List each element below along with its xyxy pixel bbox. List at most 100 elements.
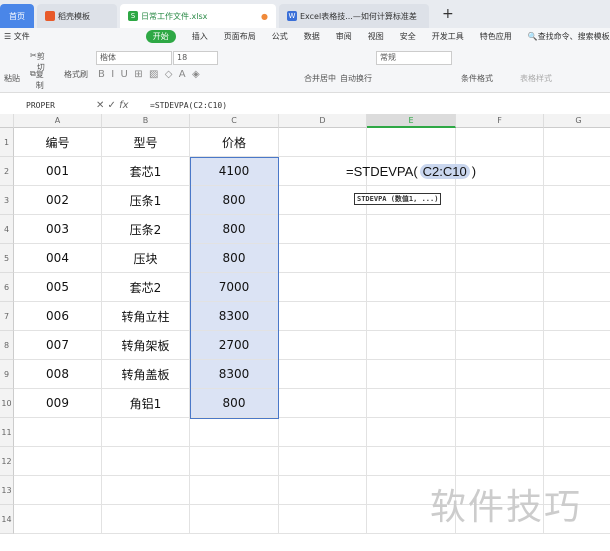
cell-C5[interactable]: 800 <box>190 244 279 273</box>
row-header-13[interactable]: 13 <box>0 476 14 505</box>
cell-E8[interactable] <box>367 331 456 360</box>
row-header-8[interactable]: 8 <box>0 331 14 360</box>
cell-C2[interactable]: 4100 <box>190 157 279 186</box>
column-header-B[interactable]: B <box>102 114 190 128</box>
cell-F12[interactable] <box>456 447 544 476</box>
cell-E9[interactable] <box>367 360 456 389</box>
cell-B11[interactable] <box>102 418 190 447</box>
name-box[interactable]: PROPER <box>0 99 90 113</box>
cell-D10[interactable] <box>279 389 367 418</box>
function-tooltip[interactable]: STDEVPA (数值1, ...) <box>354 193 442 205</box>
cell-A7[interactable]: 006 <box>14 302 102 331</box>
cell-C12[interactable] <box>190 447 279 476</box>
row-header-9[interactable]: 9 <box>0 360 14 389</box>
row-header-3[interactable]: 3 <box>0 186 14 215</box>
cell-G6[interactable] <box>544 273 610 302</box>
cell-C13[interactable] <box>190 476 279 505</box>
cell-C7[interactable]: 8300 <box>190 302 279 331</box>
cell-B9[interactable]: 转角盖板 <box>102 360 190 389</box>
cell-B3[interactable]: 压条1 <box>102 186 190 215</box>
cell-B13[interactable] <box>102 476 190 505</box>
cell-G9[interactable] <box>544 360 610 389</box>
cell-F8[interactable] <box>456 331 544 360</box>
cell-F6[interactable] <box>456 273 544 302</box>
menu-features[interactable]: 特色应用 <box>480 31 512 42</box>
column-header-A[interactable]: A <box>14 114 102 128</box>
cell-D11[interactable] <box>279 418 367 447</box>
cell-D9[interactable] <box>279 360 367 389</box>
row-header-2[interactable]: 2 <box>0 157 14 186</box>
row-header-6[interactable]: 6 <box>0 273 14 302</box>
row-header-4[interactable]: 4 <box>0 215 14 244</box>
cell-G11[interactable] <box>544 418 610 447</box>
cell-A10[interactable]: 009 <box>14 389 102 418</box>
cell-B14[interactable] <box>102 505 190 534</box>
column-header-F[interactable]: F <box>456 114 544 128</box>
cell-A3[interactable]: 002 <box>14 186 102 215</box>
cell-D8[interactable] <box>279 331 367 360</box>
cell-F3[interactable] <box>456 186 544 215</box>
column-header-E[interactable]: E <box>367 114 456 128</box>
font-select[interactable]: 楷体 <box>96 51 172 65</box>
select-all[interactable] <box>0 114 14 128</box>
row-header-5[interactable]: 5 <box>0 244 14 273</box>
cell-F5[interactable] <box>456 244 544 273</box>
row-header-12[interactable]: 12 <box>0 447 14 476</box>
cell-D7[interactable] <box>279 302 367 331</box>
cell-C3[interactable]: 800 <box>190 186 279 215</box>
formula-input[interactable]: =STDEVPA(C2:C10) <box>150 101 610 110</box>
cell-C9[interactable]: 8300 <box>190 360 279 389</box>
cell-G10[interactable] <box>544 389 610 418</box>
menu-review[interactable]: 审阅 <box>336 31 352 42</box>
row-header-11[interactable]: 11 <box>0 418 14 447</box>
row-header-7[interactable]: 7 <box>0 302 14 331</box>
font-size-select[interactable]: 18 <box>173 51 218 65</box>
cell-B5[interactable]: 压块 <box>102 244 190 273</box>
cell-B1[interactable]: 型号 <box>102 128 190 157</box>
cell-F4[interactable] <box>456 215 544 244</box>
cell-F11[interactable] <box>456 418 544 447</box>
cell-E5[interactable] <box>367 244 456 273</box>
cell-C6[interactable]: 7000 <box>190 273 279 302</box>
cell-C1[interactable]: 价格 <box>190 128 279 157</box>
merge-center-button[interactable]: 合并居中 <box>304 73 336 84</box>
cell-A8[interactable]: 007 <box>14 331 102 360</box>
cell-A2[interactable]: 001 <box>14 157 102 186</box>
tab-home[interactable]: 首页 <box>0 4 34 28</box>
menu-home[interactable]: 开始 <box>145 30 176 43</box>
formula-controls[interactable]: ✕ ✓ fx <box>90 100 150 111</box>
cell-A13[interactable] <box>14 476 102 505</box>
cell-B4[interactable]: 压条2 <box>102 215 190 244</box>
cell-F1[interactable] <box>456 128 544 157</box>
cell-B8[interactable]: 转角架板 <box>102 331 190 360</box>
conditional-format-button[interactable]: 条件格式 <box>461 73 493 84</box>
cell-D4[interactable] <box>279 215 367 244</box>
new-tab-button[interactable]: + <box>442 6 454 22</box>
menu-view[interactable]: 视图 <box>368 31 384 42</box>
cell-G3[interactable] <box>544 186 610 215</box>
tab-docer[interactable]: 稻壳模板 <box>37 4 117 28</box>
cell-E12[interactable] <box>367 447 456 476</box>
cell-E4[interactable] <box>367 215 456 244</box>
row-header-10[interactable]: 10 <box>0 389 14 418</box>
cell-G5[interactable] <box>544 244 610 273</box>
column-header-C[interactable]: C <box>190 114 279 128</box>
cell-G12[interactable] <box>544 447 610 476</box>
cell-A14[interactable] <box>14 505 102 534</box>
cell-E1[interactable] <box>367 128 456 157</box>
cell-B7[interactable]: 转角立柱 <box>102 302 190 331</box>
cell-G1[interactable] <box>544 128 610 157</box>
cell-B12[interactable] <box>102 447 190 476</box>
cell-A11[interactable] <box>14 418 102 447</box>
cell-D6[interactable] <box>279 273 367 302</box>
paste-button[interactable]: 粘贴 <box>4 73 20 84</box>
cell-A4[interactable]: 003 <box>14 215 102 244</box>
cell-E10[interactable] <box>367 389 456 418</box>
cell-D1[interactable] <box>279 128 367 157</box>
menu-developer[interactable]: 开发工具 <box>432 31 464 42</box>
tab-doc[interactable]: W Excel表格技...—如何计算标准差 <box>279 4 429 28</box>
format-buttons[interactable]: B I U ⊞ ▨ ◇ A ◈ <box>98 69 200 80</box>
cell-D14[interactable] <box>279 505 367 534</box>
column-header-D[interactable]: D <box>279 114 367 128</box>
cell-A6[interactable]: 005 <box>14 273 102 302</box>
